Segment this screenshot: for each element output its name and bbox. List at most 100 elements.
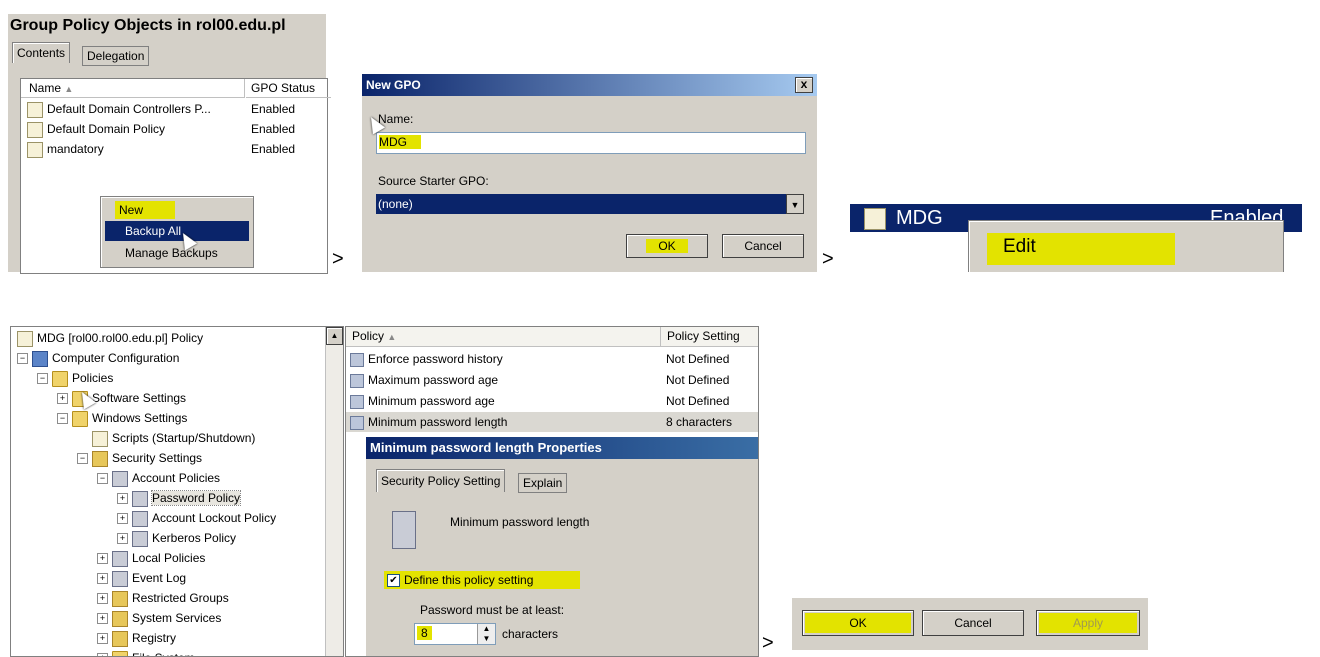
script-icon <box>92 430 108 447</box>
column-header-status[interactable]: GPO Status <box>246 79 331 98</box>
tree-item-label: Windows Settings <box>92 411 188 425</box>
tree-item[interactable]: + Registry <box>97 629 176 648</box>
tree-item[interactable]: + Password Policy <box>117 489 242 508</box>
policy-icon <box>112 470 128 487</box>
tab-security-policy-setting[interactable]: Security Policy Setting <box>376 469 506 492</box>
gpo-icon <box>27 101 43 118</box>
expand-icon[interactable]: + <box>97 553 108 565</box>
column-header-name[interactable]: Name ▲ <box>21 79 245 98</box>
collapse-icon[interactable]: − <box>17 353 28 365</box>
step-arrow: > <box>332 248 344 270</box>
step-arrow: > <box>762 632 774 654</box>
apply-button[interactable]: Apply <box>1036 610 1140 636</box>
tab-contents[interactable]: Contents <box>12 42 71 63</box>
source-select[interactable]: (none) ▼ <box>376 194 804 214</box>
define-policy-checkbox[interactable]: ✔ Define this policy setting <box>384 571 580 589</box>
spin-down-icon[interactable]: ▼ <box>478 634 495 644</box>
tree-item[interactable]: − Policies <box>37 369 113 388</box>
menu-item-new[interactable]: New <box>115 201 175 219</box>
gpo-icon <box>27 121 43 138</box>
step-arrow: > <box>822 248 834 270</box>
tree-item[interactable]: + Event Log <box>97 569 186 588</box>
context-menu: New Backup All Manage Backups <box>100 196 254 268</box>
collapse-icon[interactable]: − <box>57 413 68 425</box>
table-row[interactable]: Minimum password length 8 characters <box>346 412 758 432</box>
collapse-icon[interactable]: − <box>37 373 48 385</box>
collapse-icon[interactable]: − <box>97 473 108 485</box>
column-header-policy[interactable]: Policy ▲ <box>346 327 661 347</box>
tree-item-label: Account Lockout Policy <box>152 511 277 525</box>
tree-item[interactable]: Scripts (Startup/Shutdown) <box>77 429 255 448</box>
checkbox-checked-icon[interactable]: ✔ <box>387 574 400 588</box>
tree-item-label: MDG [rol00.rol00.edu.pl] Policy <box>37 331 204 345</box>
tree-item[interactable]: − Account Policies <box>97 469 220 488</box>
policy-setting-value: Not Defined <box>666 373 730 387</box>
column-header-setting[interactable]: Policy Setting <box>661 327 758 347</box>
tree-item[interactable]: + Kerberos Policy <box>117 529 236 548</box>
menu-item-manage-backups[interactable]: Manage Backups <box>125 243 218 263</box>
sort-up-icon: ▲ <box>387 332 397 342</box>
tree-item-label: Policies <box>72 371 114 385</box>
tree-item[interactable]: MDG [rol00.rol00.edu.pl] Policy <box>17 329 203 348</box>
expand-icon[interactable]: + <box>117 513 128 525</box>
cancel-button[interactable]: Cancel <box>922 610 1024 636</box>
gpo-objects-panel: Group Policy Objects in rol00.edu.pl Con… <box>8 14 331 274</box>
expand-icon[interactable]: + <box>97 653 108 656</box>
tree-item[interactable]: + Restricted Groups <box>97 589 229 608</box>
tree-item[interactable]: − Computer Configuration <box>17 349 179 368</box>
policy-icon <box>112 550 128 567</box>
tree-scrollbar[interactable]: ▲ <box>325 327 343 656</box>
table-row[interactable]: mandatory Enabled <box>27 139 323 159</box>
cancel-button[interactable]: Cancel <box>722 234 804 258</box>
spin-up-icon[interactable]: ▲ <box>478 624 495 634</box>
expand-icon[interactable]: + <box>57 393 68 405</box>
lock-icon <box>112 610 128 627</box>
expand-icon[interactable]: + <box>97 633 108 645</box>
spin-buttons[interactable]: ▲ ▼ <box>477 624 495 644</box>
policy-icon <box>132 510 148 527</box>
dropdown-arrow-icon[interactable]: ▼ <box>786 194 804 214</box>
policy-setting-value: 8 characters <box>666 415 733 429</box>
policy-setting-icon <box>350 394 364 409</box>
sort-up-icon: ▲ <box>64 84 74 94</box>
table-row[interactable]: Maximum password age Not Defined <box>346 370 758 390</box>
scroll-up-icon[interactable]: ▲ <box>326 327 343 345</box>
table-row[interactable]: Minimum password age Not Defined <box>346 391 758 411</box>
dialog-buttons: OK Cancel Apply <box>792 598 1148 650</box>
gpo-edit-crop: MDG Enabled Edit <box>850 186 1302 272</box>
tree-item[interactable]: + System Services <box>97 609 221 628</box>
tree-item[interactable]: − Security Settings <box>77 449 202 468</box>
policy-list-panel: Policy ▲ Policy Setting Enforce password… <box>345 326 759 657</box>
policy-heading: Minimum password length <box>450 515 590 529</box>
unit-label: characters <box>502 627 559 641</box>
tree-item[interactable]: − Windows Settings <box>57 409 187 428</box>
tree-item[interactable]: + Account Lockout Policy <box>117 509 276 528</box>
tree-item[interactable]: + Software Settings <box>57 389 186 408</box>
expand-icon[interactable]: + <box>97 573 108 585</box>
policy-icon <box>132 490 148 507</box>
tree-item[interactable]: + File System <box>97 649 195 656</box>
expand-icon[interactable]: + <box>97 613 108 625</box>
name-input[interactable]: MDG <box>376 132 806 154</box>
ok-button[interactable]: OK <box>802 610 914 636</box>
table-row[interactable]: Default Domain Controllers P... Enabled <box>27 99 323 119</box>
length-spinner[interactable]: 8 ▲ ▼ <box>414 623 496 645</box>
tab-delegation[interactable]: Delegation <box>82 46 150 66</box>
expand-icon[interactable]: + <box>97 593 108 605</box>
expand-icon[interactable]: + <box>117 493 128 505</box>
collapse-icon[interactable]: − <box>77 453 88 465</box>
menu-item-edit[interactable]: Edit <box>987 233 1175 265</box>
tab-explain[interactable]: Explain <box>518 473 568 493</box>
policy-icon <box>132 530 148 547</box>
table-row[interactable]: Default Domain Policy Enabled <box>27 119 323 139</box>
table-row[interactable]: Enforce password history Not Defined <box>346 349 758 369</box>
policy-name: Minimum password length <box>368 415 508 429</box>
computer-icon <box>32 350 48 367</box>
close-button[interactable]: x <box>795 77 813 93</box>
ok-button[interactable]: OK <box>626 234 708 258</box>
gpme-tree: MDG [rol00.rol00.edu.pl] Policy − Computer… <box>10 326 344 657</box>
tree-item[interactable]: + Local Policies <box>97 549 205 568</box>
policy-setting-value: Not Defined <box>666 352 730 366</box>
expand-icon[interactable]: + <box>117 533 128 545</box>
tree-item-label: Restricted Groups <box>132 591 229 605</box>
